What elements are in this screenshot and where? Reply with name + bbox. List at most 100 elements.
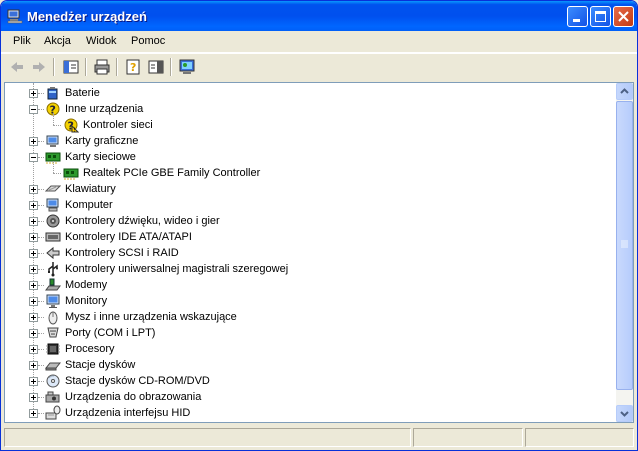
tree-connector-line (38, 109, 44, 110)
scan-hardware-icon[interactable] (177, 57, 197, 77)
device-tree[interactable]: Baterie ? Inne urządzenia?! Kontroler sieci… (4, 82, 634, 423)
scsi-icon (46, 246, 60, 260)
scroll-thumb[interactable] (616, 101, 633, 390)
tree-item-label: Kontrolery dźwięku, wideo i gier (65, 215, 220, 227)
menu-view[interactable]: Widok (86, 35, 117, 47)
tree-category-item[interactable]: Stacje dysków CD-ROM/DVD (5, 373, 613, 389)
menu-bar: Plik Akcja Widok Pomoc (1, 31, 637, 53)
tree-connector-line (38, 157, 44, 158)
window-title: Menedżer urządzeń (27, 9, 147, 24)
tree-connector-line (38, 349, 44, 350)
svg-text:?: ? (130, 61, 136, 74)
minimize-icon (573, 19, 580, 22)
expand-toggle-icon[interactable] (29, 217, 38, 226)
menu-help[interactable]: Pomoc (131, 35, 165, 47)
tree-category-item[interactable]: Urządzenia do obrazowania (5, 389, 613, 405)
sound-icon (46, 214, 60, 228)
tree-category-item[interactable]: Klawiatury (5, 181, 613, 197)
tree-item-label: Kontrolery uniwersalnej magistrali szere… (65, 263, 289, 275)
tree-connector-line (38, 189, 44, 190)
expand-toggle-icon[interactable] (29, 329, 38, 338)
device-manager-window: Menedżer urządzeń Plik Akcja Widok Pomoc… (0, 0, 638, 451)
tree-connector-line (38, 141, 44, 142)
expand-toggle-icon[interactable] (29, 201, 38, 210)
tree-category-item[interactable]: ? Inne urządzenia (5, 101, 613, 117)
tree-category-item[interactable]: Kontrolery SCSI i RAID (5, 245, 613, 261)
expand-toggle-icon[interactable] (29, 361, 38, 370)
tree-category-item[interactable]: Porty (COM i LPT) (5, 325, 613, 341)
tree-category-item[interactable]: Kontrolery uniwersalnej magistrali szere… (5, 261, 613, 277)
collapse-toggle-icon[interactable] (29, 105, 38, 114)
toolbar-separator (170, 58, 172, 76)
tree-category-item[interactable]: Karty graficzne (5, 133, 613, 149)
expand-toggle-icon[interactable] (29, 249, 38, 258)
tree-item-label: Urządzenia do obrazowania (65, 391, 202, 403)
tree-item-label: Mysz i inne urządzenia wskazujące (65, 311, 237, 323)
scroll-down-button[interactable] (616, 405, 633, 422)
expand-toggle-icon[interactable] (29, 345, 38, 354)
warning-device-icon: ?! (64, 118, 79, 133)
expand-toggle-icon[interactable] (29, 233, 38, 242)
disk-drive-icon (45, 362, 61, 371)
expand-toggle-icon[interactable] (29, 89, 38, 98)
forward-icon[interactable] (29, 57, 49, 77)
tree-connector-line (38, 333, 44, 334)
toolbar-separator (116, 58, 118, 76)
expand-toggle-icon[interactable] (29, 265, 38, 274)
properties-icon[interactable]: ? (123, 57, 143, 77)
processor-icon (46, 343, 60, 355)
tree-item-label: Stacje dysków CD-ROM/DVD (65, 375, 210, 387)
maximize-button[interactable] (590, 6, 611, 27)
title-bar[interactable]: Menedżer urządzeń (1, 1, 637, 31)
expand-toggle-icon[interactable] (29, 281, 38, 290)
tree-category-item[interactable]: Kontrolery dźwięku, wideo i gier (5, 213, 613, 229)
expand-toggle-icon[interactable] (29, 409, 38, 418)
arrow-up-icon (620, 88, 629, 94)
tree-device-item[interactable]: Realtek PCIe GBE Family Controller (5, 161, 613, 181)
back-icon[interactable] (7, 57, 27, 77)
print-icon[interactable] (92, 57, 112, 77)
tree-category-item[interactable]: Modemy (5, 277, 613, 293)
expand-toggle-icon[interactable] (29, 297, 38, 306)
tree-connector-line (38, 93, 44, 94)
tree-connector-line (38, 205, 44, 206)
grip-icon (621, 240, 628, 248)
tree-connector-line (38, 365, 44, 366)
tree-item-label: Karty sieciowe (65, 151, 136, 163)
vertical-scrollbar[interactable] (616, 83, 633, 422)
menu-file[interactable]: Plik (13, 35, 31, 47)
expand-toggle-icon[interactable] (29, 377, 38, 386)
toolbar-separator (85, 58, 87, 76)
tree-category-item[interactable]: Monitory (5, 293, 613, 309)
tree-category-item[interactable]: Stacje dysków (5, 357, 613, 373)
help-icon[interactable] (146, 57, 166, 77)
expand-toggle-icon[interactable] (29, 185, 38, 194)
computer-icon (46, 198, 59, 212)
status-pane-main (4, 428, 411, 447)
tree-device-item[interactable]: ?! Kontroler sieci (5, 113, 613, 133)
tree-category-item[interactable]: Kontrolery IDE ATA/ATAPI (5, 229, 613, 245)
tree-connector-line (53, 161, 54, 173)
device-manager-icon (7, 9, 23, 24)
tree-category-item[interactable]: Baterie (5, 85, 613, 101)
show-hide-tree-icon[interactable] (61, 57, 81, 77)
tree-category-item[interactable]: Urządzenia interfejsu HID (5, 405, 613, 421)
collapse-toggle-icon[interactable] (29, 153, 38, 162)
tree-category-item[interactable]: Karty sieciowe (5, 149, 613, 165)
tree-connector-line (38, 253, 44, 254)
expand-toggle-icon[interactable] (29, 393, 38, 402)
tree-item-label: Klawiatury (65, 183, 116, 195)
tree-category-item[interactable]: Komputer (5, 197, 613, 213)
scroll-up-button[interactable] (616, 83, 633, 100)
minimize-button[interactable] (567, 6, 588, 27)
toolbar-separator (53, 58, 55, 76)
tree-item-label: Karty graficzne (65, 135, 139, 147)
menu-action[interactable]: Akcja (44, 35, 71, 47)
tree-category-item[interactable]: Procesory (5, 341, 613, 357)
close-button[interactable] (613, 6, 634, 27)
tree-item-label: Kontrolery SCSI i RAID (65, 247, 179, 259)
status-pane-2 (413, 428, 523, 447)
expand-toggle-icon[interactable] (29, 313, 38, 322)
tree-category-item[interactable]: Mysz i inne urządzenia wskazujące (5, 309, 613, 325)
expand-toggle-icon[interactable] (29, 137, 38, 146)
